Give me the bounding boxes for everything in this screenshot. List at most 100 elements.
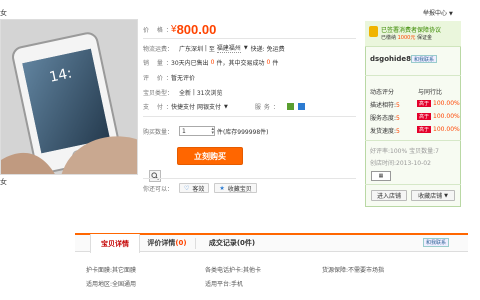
product-photo[interactable]: 14: xyxy=(0,19,138,175)
wangwang-contact-button[interactable]: 和我联系 xyxy=(411,55,438,63)
breadcrumb[interactable]: 女 xyxy=(0,8,7,18)
price-label: 价 格： xyxy=(143,27,175,34)
divider xyxy=(143,178,356,179)
shipping-destination[interactable]: 福建福州 xyxy=(216,43,241,53)
higher-badge: 高于 xyxy=(417,126,432,133)
wangwang-label: 和我联系 xyxy=(414,56,435,63)
service-shield-icon xyxy=(297,103,305,110)
score-row-service: 服务态度:5 xyxy=(370,113,400,122)
favorite-shop-button[interactable]: 收藏店铺 ▼ xyxy=(411,190,455,201)
tab-reviews-count: (0) xyxy=(175,239,187,247)
type-label: 宝贝类型： xyxy=(143,90,174,97)
spec-label: 各类电话护卡: xyxy=(205,267,244,274)
payment-label: 支 付： xyxy=(143,104,175,111)
spec-item: 护卡面膜:其它面膜 xyxy=(86,265,136,274)
deposit-amount: 1000元 xyxy=(397,35,416,41)
spec-value: 全国通用 xyxy=(112,281,137,288)
report-label: 举报中心 xyxy=(423,10,448,17)
sales-unit: 件 xyxy=(272,60,279,67)
stepper-arrows-icon[interactable]: ▴ ▾ xyxy=(211,127,214,136)
favorite-shop-label: 收藏店铺 xyxy=(418,193,443,200)
spec-value: 其他卡 xyxy=(243,267,262,274)
tab-records[interactable]: 成交记录 (0件) xyxy=(197,234,267,252)
tab-records-label: 成交记录 xyxy=(208,239,237,247)
score-label: 发货速度: xyxy=(370,128,397,135)
tab-reviews-label: 评价详情 xyxy=(147,239,176,247)
product-page: 女 举报中心 ▼ 14: 女 价 格： ¥ 800.00 物流运费： 广东深圳 … xyxy=(0,0,480,300)
sales-row: 销 量： 30天内已售出 0 件，其中交易成功 0 件 xyxy=(143,58,278,67)
zoom-magnifier-icon[interactable] xyxy=(149,170,161,182)
sales-success-count: 0 xyxy=(266,59,271,66)
score-compare-shipping: 高于 100.00% xyxy=(415,126,460,133)
score-row-description: 描述相符:5 xyxy=(370,100,400,109)
tab-reviews[interactable]: 评价详情 (0) xyxy=(140,234,194,252)
sales-text: 30天内已售出 xyxy=(171,60,209,67)
type-value: 全新 xyxy=(179,90,192,97)
image-caption: 女 xyxy=(0,178,7,186)
type-row: 宝贝类型： 全新 | 31次浏览 xyxy=(143,89,223,97)
score-percent: 100.00% xyxy=(433,126,460,133)
review-value[interactable]: 暂无评价 xyxy=(171,73,195,82)
enter-shop-button[interactable]: 进入店铺 xyxy=(371,190,407,201)
sales-label: 销 量： xyxy=(143,60,175,67)
score-percent: 100.00% xyxy=(433,100,460,107)
item-count-label: 宝贝数量: xyxy=(409,148,436,155)
divider xyxy=(365,184,461,185)
tab-records-count: (0件) xyxy=(236,239,256,247)
share-button-label: 客效 xyxy=(192,185,205,193)
quantity-row: 购买数量： 1 ▴ ▾ 件 (库存999998件) xyxy=(143,126,269,136)
favorite-item-label: 收藏宝贝 xyxy=(227,185,252,193)
share-button[interactable]: ♡ 客效 xyxy=(179,183,210,193)
spec-item: 货源保障:不需要市场指 xyxy=(322,265,384,274)
spec-label: 货源保障: xyxy=(322,267,349,274)
price-value: 800.00 xyxy=(176,22,217,37)
dsr-title: 动态评分 xyxy=(370,89,395,96)
review-row: 评 价： 暂无评价 xyxy=(143,73,195,82)
dsr-compare: 与同行比 xyxy=(418,89,443,96)
report-center-link[interactable]: 举报中心 ▼ xyxy=(423,8,453,17)
score-label: 描述相符: xyxy=(370,102,397,109)
spec-label: 适用平台: xyxy=(205,281,232,288)
chevron-down-icon[interactable]: ▼ xyxy=(224,104,228,110)
item-count-value: 7 xyxy=(435,148,439,155)
trophy-icon xyxy=(369,26,378,37)
divider xyxy=(143,116,356,117)
tab-item-detail[interactable]: 宝贝详情 xyxy=(90,234,140,253)
deposit-text: 已缴纳 1000元 保证金 xyxy=(381,34,432,41)
contact-me-button[interactable]: 和我联系 xyxy=(423,238,450,247)
shipping-from: 广东深圳 xyxy=(179,45,204,53)
praise-rate: 好评率:100% 宝贝数量:7 xyxy=(370,146,439,155)
price-row: 价 格： ¥ 800.00 xyxy=(143,22,216,37)
divider xyxy=(365,75,461,76)
view-count: 31次浏览 xyxy=(196,90,223,97)
spec-item: 适用平台:手机 xyxy=(205,279,243,288)
score-value: 5 xyxy=(396,102,400,109)
favorite-item-button[interactable]: ★ 收藏宝贝 xyxy=(214,183,257,193)
seller-name[interactable]: dsgohide8 xyxy=(370,55,411,63)
spec-label: 护卡面膜: xyxy=(86,267,113,274)
quantity-stepper[interactable]: 1 ▴ ▾ xyxy=(179,126,215,136)
shipping-row: 物流运费： 广东深圳 | 至 福建福州 ▼ 快递: 免运费 xyxy=(143,43,285,53)
spec-item: 各类电话护卡:其他卡 xyxy=(205,265,261,274)
stock-text: (库存999998件) xyxy=(222,128,269,136)
shipping-to-label: 至 xyxy=(208,45,215,53)
score-compare-description: 高于 100.00% xyxy=(415,100,460,107)
contact-me-label: 和我联系 xyxy=(426,240,447,246)
spec-label: 适用地区: xyxy=(86,281,113,288)
star-icon: ★ xyxy=(219,184,225,192)
sales-text-2: 件，其中交易成功 xyxy=(216,60,265,67)
service-badge-icon xyxy=(286,103,294,110)
consumer-protection-text[interactable]: 已签署消费者保障协议 xyxy=(381,25,441,34)
spec-value: 其它面膜 xyxy=(112,267,137,274)
service-label: 服务： xyxy=(254,104,282,111)
buy-now-button[interactable]: 立刻购买 xyxy=(177,147,243,165)
shipping-fee: 快递: 免运费 xyxy=(250,45,285,53)
payment-row: 支 付： 快捷支付 网银支付 ▼ 服务： xyxy=(143,102,305,111)
quantity-value[interactable]: 1 xyxy=(182,128,186,135)
chevron-down-icon: ▼ xyxy=(444,192,448,199)
divider xyxy=(365,140,461,141)
chevron-down-icon[interactable]: ▼ xyxy=(244,45,248,51)
praise-rate-text: 好评率:100% xyxy=(370,148,408,155)
higher-badge: 高于 xyxy=(417,100,432,107)
shop-level-icon: ▦ xyxy=(371,171,391,181)
